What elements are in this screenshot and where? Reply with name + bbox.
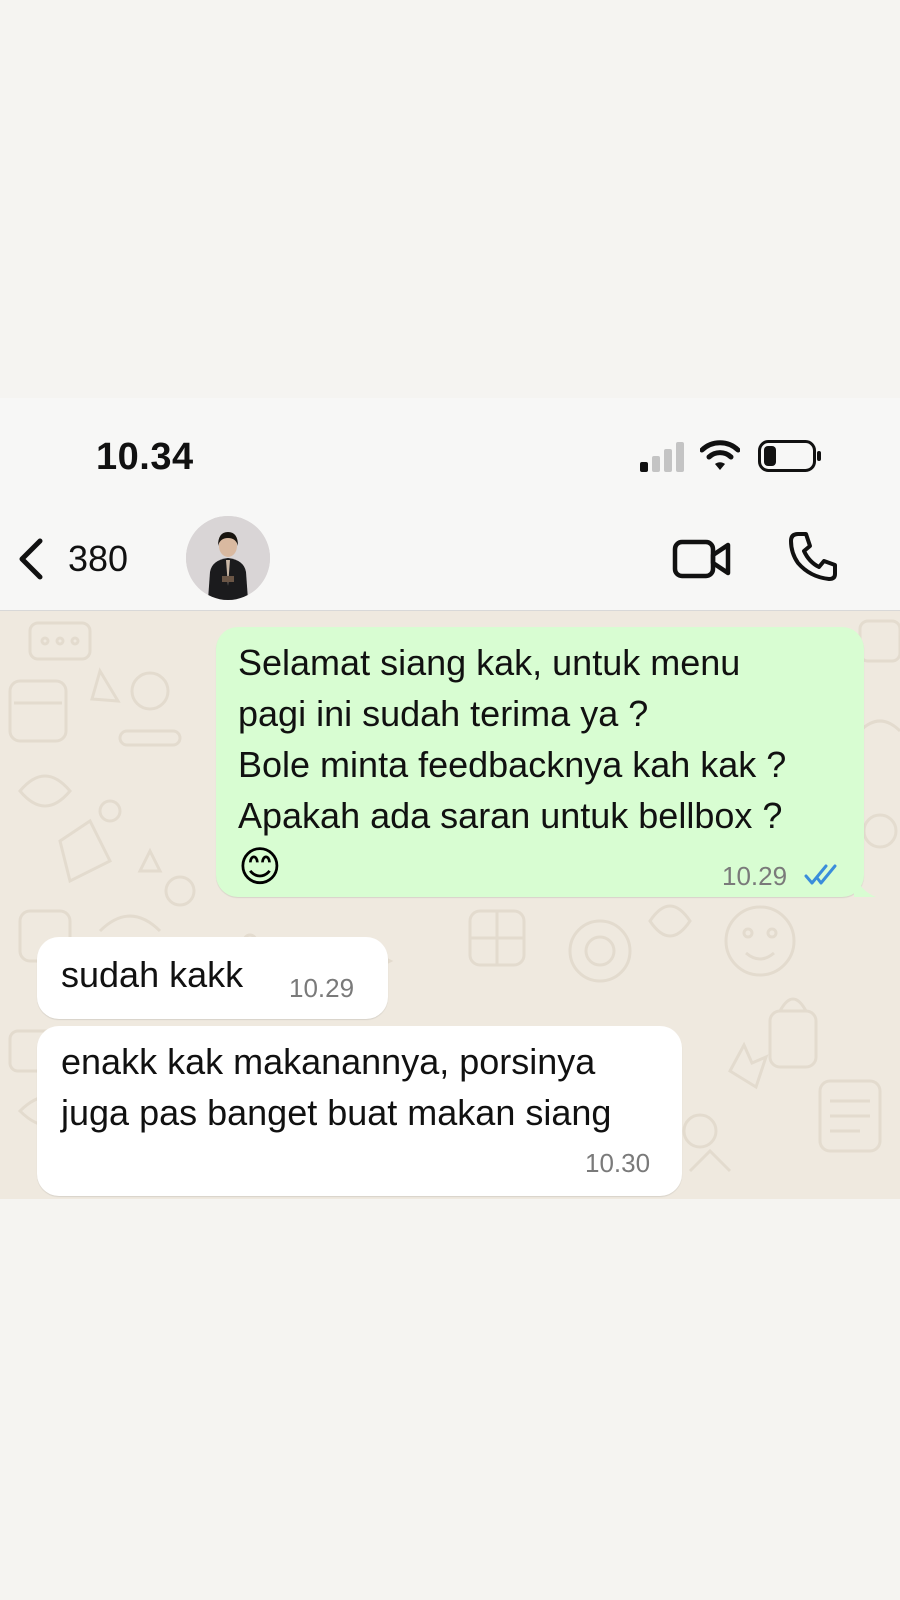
chat-area[interactable]: Selamat siang kak, untuk menu pagi ini s… bbox=[0, 611, 900, 1199]
message-bubble-incoming[interactable]: sudah kakk 10.29 bbox=[37, 937, 388, 1019]
message-time: 10.29 bbox=[289, 973, 355, 1003]
message-text: sudah kakk bbox=[61, 954, 244, 995]
screenshot-page: 10.34 380 Selamat siang kak, untuk menu … bbox=[0, 0, 900, 1600]
bubble-tail-outgoing bbox=[854, 873, 876, 897]
status-icons bbox=[640, 438, 840, 478]
avatar-image bbox=[186, 516, 270, 600]
top-bar: 10.34 380 bbox=[0, 398, 900, 610]
phone-icon[interactable] bbox=[788, 530, 838, 582]
unread-count: 380 bbox=[68, 538, 129, 579]
message-text: Selamat siang kak, untuk menu pagi ini s… bbox=[238, 637, 786, 892]
message-line: juga pas banget buat makan siang bbox=[61, 1092, 612, 1133]
chat-header: 380 bbox=[0, 508, 900, 610]
avatar[interactable] bbox=[186, 516, 270, 600]
status-time: 10.34 bbox=[96, 436, 194, 478]
video-camera-icon[interactable] bbox=[672, 534, 732, 584]
cellular-signal-icon bbox=[640, 442, 684, 472]
message-line: Selamat siang kak, untuk menu bbox=[238, 642, 741, 683]
chevron-left-icon bbox=[19, 538, 43, 580]
message-line: pagi ini sudah terima ya ? bbox=[238, 693, 649, 734]
wifi-icon bbox=[700, 440, 740, 470]
message-bubble-incoming[interactable]: enakk kak makanannya, porsinya juga pas … bbox=[37, 1026, 682, 1196]
message-line: Apakah ada saran untuk bellbox ? bbox=[238, 795, 783, 836]
message-time: 10.30 bbox=[585, 1148, 651, 1178]
message-line: Bole minta feedbacknya kah kak ? bbox=[238, 744, 787, 785]
message-line: enakk kak makanannya, porsinya bbox=[61, 1041, 596, 1082]
double-check-icon bbox=[804, 864, 837, 885]
smiling-face-emoji: 😊 bbox=[238, 842, 282, 891]
back-button[interactable]: 380 bbox=[14, 532, 154, 586]
message-time: 10.29 bbox=[722, 861, 788, 891]
message-bubble-outgoing[interactable]: Selamat siang kak, untuk menu pagi ini s… bbox=[216, 627, 864, 897]
status-bar: 10.34 bbox=[0, 398, 900, 508]
message-text: enakk kak makanannya, porsinya juga pas … bbox=[61, 1036, 611, 1138]
battery-icon bbox=[758, 440, 821, 472]
